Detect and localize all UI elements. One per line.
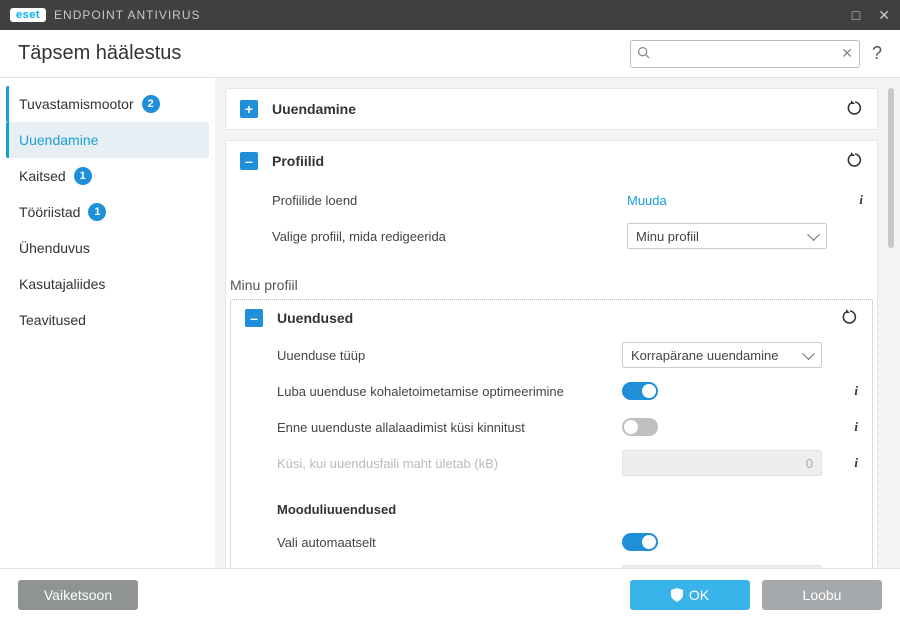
info-icon[interactable]: i bbox=[837, 192, 863, 208]
sidebar-item-kasutajaliides[interactable]: Kasutajaliides bbox=[6, 266, 209, 302]
info-icon[interactable]: i bbox=[832, 383, 858, 399]
update-type-select[interactable]: Korrapärane uuendamine bbox=[622, 342, 822, 368]
titlebar: eset ENDPOINT ANTIVIRUS □ ✕ bbox=[0, 0, 900, 30]
collapse-icon[interactable]: – bbox=[240, 152, 258, 170]
field-label: Valige profiil, mida redigeerida bbox=[272, 229, 627, 244]
sidebar-badge: 2 bbox=[142, 95, 160, 113]
field-label: Luba uuenduse kohaletoimetamise optimeer… bbox=[277, 384, 622, 399]
panel-title: Uuendused bbox=[277, 310, 353, 326]
info-icon[interactable]: i bbox=[832, 455, 858, 471]
sidebar-item-teavitused[interactable]: Teavitused bbox=[6, 302, 209, 338]
ask-size-input bbox=[622, 450, 822, 476]
panel-header[interactable]: + Uuendamine bbox=[226, 89, 877, 129]
profile-section-label: Minu profiil bbox=[230, 277, 877, 293]
panel-title: Profiilid bbox=[272, 153, 324, 169]
row-ask-size: Küsi, kui uuendusfaili maht ületab (kB) … bbox=[277, 448, 858, 478]
search-input[interactable] bbox=[654, 46, 841, 61]
page-title: Täpsem häälestus bbox=[18, 42, 181, 65]
sidebar-item-uuendamine[interactable]: Uuendamine bbox=[6, 122, 209, 158]
help-icon[interactable]: ? bbox=[872, 43, 882, 64]
maximize-icon[interactable]: □ bbox=[852, 7, 860, 24]
collapse-icon[interactable]: – bbox=[245, 309, 263, 327]
module-updates-title: Mooduliuuendused bbox=[277, 502, 858, 517]
row-update-type: Uuenduse tüüp Korrapärane uuendamine bbox=[277, 340, 858, 370]
default-zone-button[interactable]: Vaiketsoon bbox=[18, 580, 138, 610]
auto-select-toggle[interactable] bbox=[622, 533, 658, 551]
sidebar-item-uhenduvus[interactable]: Ühenduvus bbox=[6, 230, 209, 266]
expand-icon[interactable]: + bbox=[240, 100, 258, 118]
select-value: Minu profiil bbox=[636, 229, 699, 244]
sidebar-item-label: Tuvastamismootor bbox=[19, 96, 134, 112]
search-icon bbox=[637, 46, 650, 62]
sidebar-item-label: Ühenduvus bbox=[19, 240, 90, 256]
panel-title: Uuendamine bbox=[272, 101, 356, 117]
search-box[interactable]: ✕ bbox=[630, 40, 860, 68]
panel-profiilid: – Profiilid Profiilide loend Muuda i Val… bbox=[225, 140, 878, 568]
sidebar-item-tuvastamismootor[interactable]: Tuvastamismootor 2 bbox=[6, 86, 209, 122]
row-auto-select: Vali automaatselt bbox=[277, 527, 858, 557]
custom-server-input bbox=[622, 565, 822, 568]
sidebar-item-tooriistad[interactable]: Tööriistad 1 bbox=[6, 194, 209, 230]
row-custom-server: Kohandatud server i bbox=[277, 563, 858, 568]
field-label: Vali automaatselt bbox=[277, 535, 622, 550]
main-content: + Uuendamine – Profiilid Profiilide loen… bbox=[215, 78, 900, 568]
sidebar-badge: 1 bbox=[74, 167, 92, 185]
panel-uuendused: – Uuendused Uuenduse tüüp Korrapärane uu… bbox=[230, 299, 873, 568]
field-label: Küsi, kui uuendusfaili maht ületab (kB) bbox=[277, 456, 622, 471]
optimize-toggle[interactable] bbox=[622, 382, 658, 400]
row-confirm: Enne uuenduste allalaadimist küsi kinnit… bbox=[277, 412, 858, 442]
sidebar-item-label: Kasutajaliides bbox=[19, 276, 105, 292]
field-label: Profiilide loend bbox=[272, 193, 627, 208]
row-optimize: Luba uuenduse kohaletoimetamise optimeer… bbox=[277, 376, 858, 406]
row-profile-select: Valige profiil, mida redigeerida Minu pr… bbox=[272, 221, 863, 251]
footer: Vaiketsoon OK Loobu bbox=[0, 568, 900, 620]
confirm-toggle[interactable] bbox=[622, 418, 658, 436]
info-icon[interactable]: i bbox=[832, 419, 858, 435]
ok-label: OK bbox=[689, 587, 709, 603]
profile-select[interactable]: Minu profiil bbox=[627, 223, 827, 249]
sidebar-item-label: Teavitused bbox=[19, 312, 86, 328]
panel-header[interactable]: – Uuendused bbox=[231, 300, 872, 336]
cancel-button[interactable]: Loobu bbox=[762, 580, 882, 610]
panel-uuendamine: + Uuendamine bbox=[225, 88, 878, 130]
product-name: ENDPOINT ANTIVIRUS bbox=[54, 8, 200, 22]
search-clear-icon[interactable]: ✕ bbox=[841, 45, 853, 62]
revert-icon[interactable] bbox=[847, 152, 863, 171]
revert-icon[interactable] bbox=[847, 100, 863, 119]
close-icon[interactable]: ✕ bbox=[878, 7, 890, 24]
sidebar-item-label: Tööriistad bbox=[19, 204, 80, 220]
sidebar-badge: 1 bbox=[88, 203, 106, 221]
revert-icon[interactable] bbox=[842, 309, 858, 328]
window-controls: □ ✕ bbox=[852, 7, 890, 24]
sidebar: Tuvastamismootor 2 Uuendamine Kaitsed 1 … bbox=[0, 78, 215, 568]
select-value: Korrapärane uuendamine bbox=[631, 348, 778, 363]
row-profile-list: Profiilide loend Muuda i bbox=[272, 185, 863, 215]
sidebar-item-label: Kaitsed bbox=[19, 168, 66, 184]
page-header: Täpsem häälestus ✕ ? bbox=[0, 30, 900, 78]
ok-button[interactable]: OK bbox=[630, 580, 750, 610]
field-label: Enne uuenduste allalaadimist küsi kinnit… bbox=[277, 420, 622, 435]
sidebar-item-kaitsed[interactable]: Kaitsed 1 bbox=[6, 158, 209, 194]
edit-link[interactable]: Muuda bbox=[627, 193, 667, 208]
shield-icon bbox=[671, 588, 683, 602]
scrollbar[interactable] bbox=[888, 88, 894, 248]
brand-badge: eset bbox=[10, 8, 46, 22]
panel-header[interactable]: – Profiilid bbox=[226, 141, 877, 181]
field-label: Uuenduse tüüp bbox=[277, 348, 622, 363]
sidebar-item-label: Uuendamine bbox=[19, 132, 98, 148]
